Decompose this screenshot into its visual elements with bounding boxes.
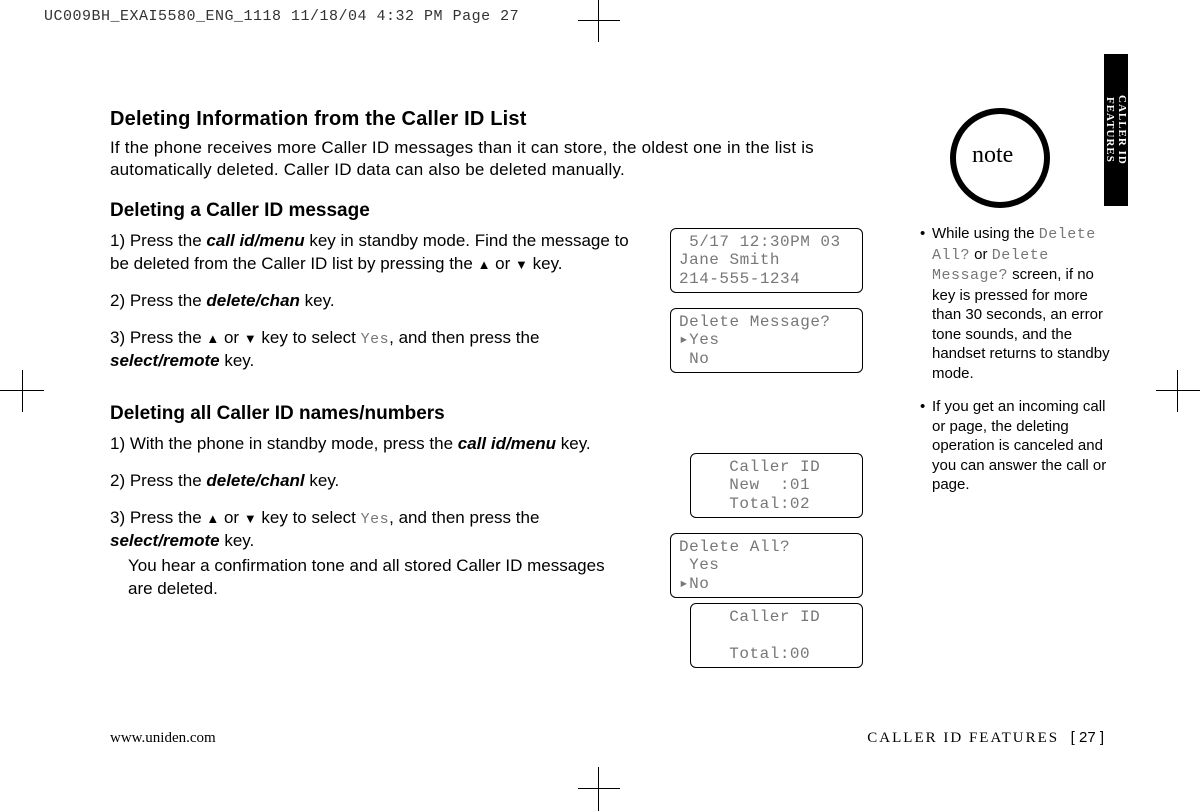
key-select-remote: select/remote [110, 351, 220, 370]
key-call-id-menu: call id/menu [206, 231, 304, 250]
lcd-screen-delete-all: Delete All? Yes ▸No [670, 533, 863, 598]
text: 2) Press the [110, 471, 206, 490]
text: key to select [257, 328, 361, 347]
text: or [219, 508, 244, 527]
text: While using the [932, 225, 1039, 242]
crop-mark [22, 370, 23, 412]
text: 3) Press the [110, 508, 206, 527]
up-arrow-icon [478, 254, 491, 273]
manual-page: { "slug":"UC009BH_EXAI5580_ENG_1118 11/1… [0, 0, 1200, 811]
lcd-text-yes: Yes [361, 511, 390, 528]
bullet-icon [920, 397, 932, 495]
text: , and then press the [389, 328, 539, 347]
text: or [490, 254, 515, 273]
heading-delete-all: Deleting all Caller ID names/numbers [110, 403, 890, 425]
lcd-text-yes: Yes [361, 331, 390, 348]
key-call-id-menu: call id/menu [458, 434, 556, 453]
step-2-3: 3) Press the or key to select Yes, and t… [110, 507, 620, 601]
footer-section: CALLER ID FEATURES [ 27 ] [867, 729, 1104, 747]
up-arrow-icon [206, 328, 219, 347]
lcd-screen-caller-record: 5/17 12:30PM 03 Jane Smith 214-555-1234 [670, 228, 863, 293]
text: key. [220, 531, 255, 550]
note-label: note [972, 142, 1013, 169]
crop-mark [1156, 390, 1200, 391]
note-badge: note [950, 108, 1050, 208]
note-item: If you get an incoming call or page, the… [920, 397, 1120, 495]
crop-mark [578, 788, 620, 789]
text: key. [305, 471, 340, 490]
crop-mark [598, 0, 599, 42]
up-arrow-icon [206, 508, 219, 527]
step-1-1: 1) Press the call id/menu key in standby… [110, 230, 640, 276]
step-1-3: 3) Press the or key to select Yes, and t… [110, 327, 640, 373]
down-arrow-icon [515, 254, 528, 273]
down-arrow-icon [244, 328, 257, 347]
print-slug: UC009BH_EXAI5580_ENG_1118 11/18/04 4:32 … [44, 8, 519, 25]
lcd-screen-caller-id-summary: Caller ID New :01 Total:02 [690, 453, 863, 518]
step-1-2: 2) Press the delete/chan key. [110, 290, 640, 313]
page-footer: www.uniden.com CALLER ID FEATURES [ 27 ] [110, 729, 1104, 747]
bullet-icon [920, 224, 932, 383]
intro-paragraph: If the phone receives more Caller ID mes… [110, 137, 830, 182]
key-delete-chanl: delete/chanl [206, 471, 304, 490]
text: 1) Press the [110, 231, 206, 250]
text: 1) With the phone in standby mode, press… [110, 434, 458, 453]
crop-mark [578, 20, 620, 21]
footer-section-name: CALLER ID FEATURES [867, 730, 1059, 746]
step-2-1: 1) With the phone in standby mode, press… [110, 433, 670, 456]
text: key. [528, 254, 563, 273]
text: , and then press the [389, 508, 539, 527]
text: You hear a confirmation tone and all sto… [128, 555, 620, 601]
crop-mark [1177, 370, 1178, 412]
crop-mark [598, 767, 599, 811]
side-notes: While using the Delete All? or Delete Me… [920, 224, 1120, 495]
footer-url: www.uniden.com [110, 730, 216, 746]
text: or [219, 328, 244, 347]
lcd-screen-caller-id-empty: Caller ID Total:00 [690, 603, 863, 668]
text: key to select [257, 508, 361, 527]
text: key. [220, 351, 255, 370]
note-text: While using the Delete All? or Delete Me… [932, 224, 1120, 383]
heading-delete-one: Deleting a Caller ID message [110, 200, 890, 222]
heading-deleting-info: Deleting Information from the Caller ID … [110, 108, 890, 131]
page-content: Deleting Information from the Caller ID … [110, 108, 1104, 721]
text: key. [556, 434, 591, 453]
main-column: Deleting Information from the Caller ID … [110, 108, 890, 615]
text: 3) Press the [110, 328, 206, 347]
key-delete-chan: delete/chan [206, 291, 300, 310]
down-arrow-icon [244, 508, 257, 527]
note-item: While using the Delete All? or Delete Me… [920, 224, 1120, 383]
text: or [970, 246, 992, 263]
text: 2) Press the [110, 291, 206, 310]
lcd-screen-delete-message: Delete Message? ▸Yes No [670, 308, 863, 373]
footer-page-number: [ 27 ] [1071, 729, 1104, 746]
note-text: If you get an incoming call or page, the… [932, 397, 1120, 495]
step-2-2: 2) Press the delete/chanl key. [110, 470, 640, 493]
text: key. [300, 291, 335, 310]
side-column: note While using the Delete All? or Dele… [920, 108, 1120, 509]
key-select-remote: select/remote [110, 531, 220, 550]
